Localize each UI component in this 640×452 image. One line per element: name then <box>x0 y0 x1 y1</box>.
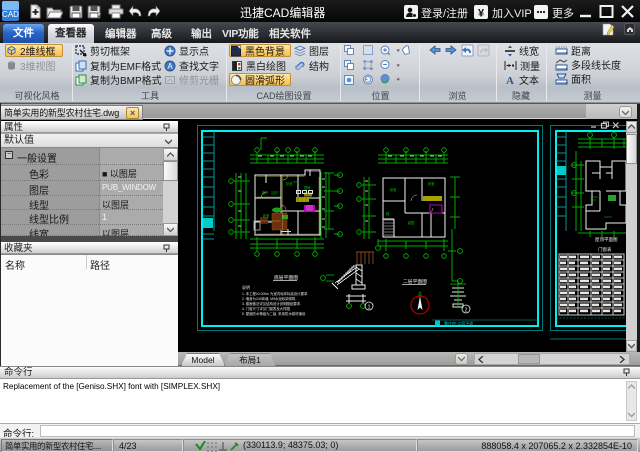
svg-text:北: 北 <box>418 290 422 296</box>
svg-text:客厅: 客厅 <box>262 190 269 195</box>
svg-text:卧室: 卧室 <box>286 181 292 186</box>
svg-text:底层平面图: 底层平面图 <box>274 274 298 281</box>
svg-text:卧室: 卧室 <box>428 181 434 186</box>
svg-text:卧室: 卧室 <box>390 187 396 192</box>
svg-text:厨房: 厨房 <box>304 185 310 190</box>
svg-text:起居: 起居 <box>408 220 414 225</box>
svg-text:二层平面图: 二层平面图 <box>403 279 427 285</box>
svg-text:卧室: 卧室 <box>263 213 269 218</box>
svg-text:¥: ¥ <box>478 8 485 20</box>
svg-text:1: 1 <box>368 305 371 311</box>
svg-text:1. 本工程±0.000m 为室内地坪标高设计要求.: 1. 本工程±0.000m 为室内地坪标高设计要求. <box>242 291 308 296</box>
svg-text:梯: 梯 <box>386 211 390 216</box>
svg-text:3. 楼面做法详见结构设计说明图纸要求.: 3. 楼面做法详见结构设计说明图纸要求. <box>242 301 301 306</box>
svg-text:2. 墙身为240砖墙, M5水泥砂浆砌筑.: 2. 墙身为240砖墙, M5水泥砂浆砌筑. <box>242 296 296 301</box>
svg-text:4. 门窗尺寸详见门窗表及大样图.: 4. 门窗尺寸详见门窗表及大样图. <box>242 306 291 311</box>
svg-text:A: A <box>167 62 173 71</box>
svg-text:屋顶平面图: 屋顶平面图 <box>595 237 618 243</box>
svg-text:5. 屋面防水等级为二级, 采用防水卷材铺设.: 5. 屋面防水等级为二级, 采用防水卷材铺设. <box>242 311 306 316</box>
svg-text:2: 2 <box>465 308 468 314</box>
svg-text:门窗表: 门窗表 <box>598 246 612 253</box>
svg-text:说明: 说明 <box>242 284 250 290</box>
svg-text:A: A <box>506 75 514 85</box>
svg-text:農庄房·二层平面: 農庄房·二层平面 <box>444 320 473 326</box>
svg-text:CAD: CAD <box>2 10 19 19</box>
